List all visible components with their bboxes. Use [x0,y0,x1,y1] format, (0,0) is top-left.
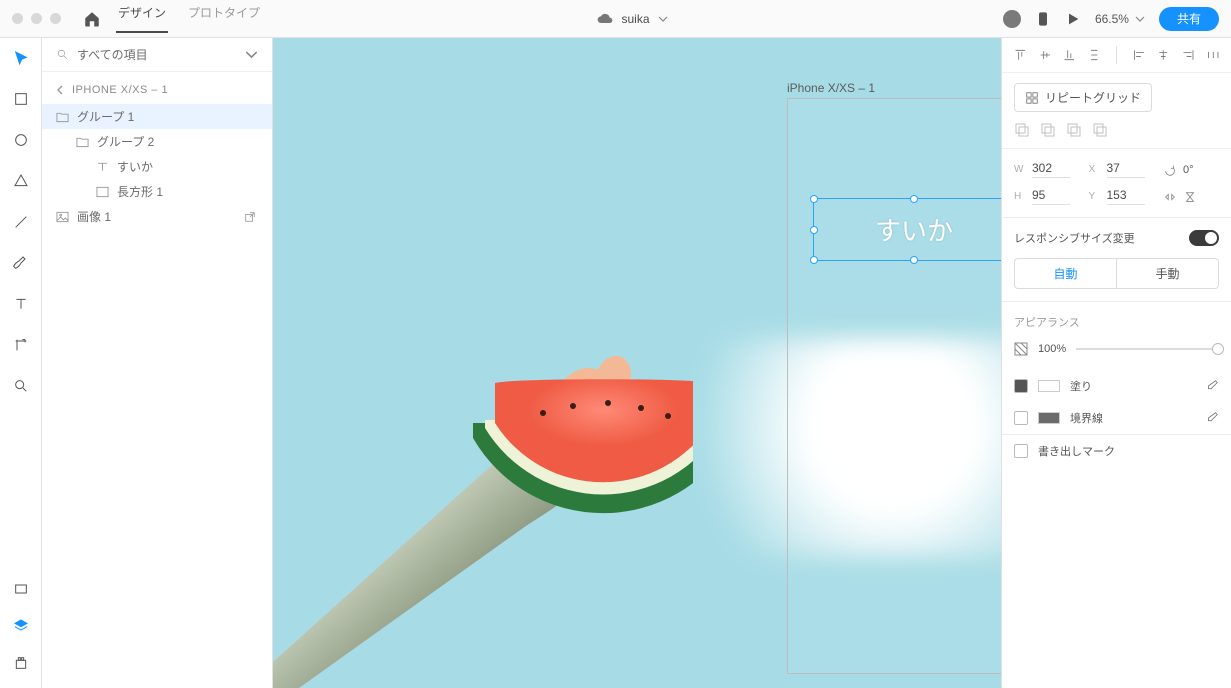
dropper-icon[interactable] [1205,379,1219,393]
artboard-tool[interactable] [13,337,29,356]
align-left-icon[interactable] [1133,47,1146,63]
breadcrumb[interactable]: IPHONE X/XS – 1 [42,72,272,104]
tab-prototype[interactable]: プロトタイプ [186,4,262,33]
zoom-tool[interactable] [13,378,29,397]
select-tool[interactable] [13,50,29,69]
rectangle-tool[interactable] [13,91,29,110]
layer-item[interactable]: グループ 1 [42,104,272,129]
layers-search-label: すべての項目 [77,46,245,63]
cloud-icon [597,13,613,25]
responsive-resize-label: レスポンシブサイズ変更 [1014,230,1135,246]
layers-search[interactable]: すべての項目 [42,38,272,72]
responsive-segment[interactable]: 自動 手動 [1014,258,1219,289]
play-icon[interactable] [1065,11,1081,27]
opacity-value: 100% [1038,343,1066,355]
artboard[interactable] [787,98,1001,674]
boolean-exclude-icon[interactable] [1092,122,1108,138]
home-icon[interactable] [83,10,101,28]
y-field[interactable] [1107,188,1145,205]
repeat-grid-button[interactable]: リピートグリッド [1014,83,1152,112]
stroke-label: 境界線 [1070,410,1103,426]
layer-item[interactable]: 長方形 1 [42,179,272,204]
polygon-tool[interactable] [13,173,29,192]
boolean-intersect-icon[interactable] [1066,122,1082,138]
properties-panel: リピートグリッド W X 0° H Y レスポンシブサイズ変更 自動 手動 [1001,38,1231,688]
align-bottom-icon[interactable] [1063,47,1076,63]
rotation-field[interactable]: 0° [1163,163,1219,177]
chevron-down-icon [1135,16,1145,22]
fill-label: 塗り [1070,378,1092,394]
opacity-slider[interactable] [1076,348,1219,350]
dropper-icon[interactable] [1205,411,1219,425]
appearance-title: アピアランス [1002,302,1231,342]
chevron-down-icon [245,48,258,61]
opacity-icon [1014,342,1028,356]
share-button[interactable]: 共有 [1159,7,1219,31]
y-label: Y [1089,191,1101,202]
stroke-checkbox[interactable] [1014,411,1028,425]
responsive-toggle[interactable] [1189,230,1219,246]
canvas[interactable]: iPhone X/XS – 1 すいか [273,38,1001,688]
layers-panel: すべての項目 IPHONE X/XS – 1 グループ 1グループ 2すいか長方… [42,38,273,688]
layer-item[interactable]: グループ 2 [42,129,272,154]
selected-text-content: すいか [875,211,953,248]
document-title[interactable]: suika [262,12,1003,26]
chevron-left-icon [56,85,64,95]
zoom-level[interactable]: 66.5% [1095,12,1145,26]
layer-item[interactable]: すいか [42,154,272,179]
align-hcenter-icon[interactable] [1157,47,1170,63]
layers-panel-icon[interactable] [13,618,29,637]
boolean-union-icon[interactable] [1014,122,1030,138]
pen-tool[interactable] [13,255,29,274]
flip-icons[interactable] [1163,190,1219,204]
line-tool[interactable] [13,214,29,233]
window-controls[interactable] [0,13,73,24]
selection-box[interactable]: すいか [813,198,1001,261]
export-mark-checkbox[interactable] [1014,444,1028,458]
fill-swatch[interactable] [1038,380,1060,392]
fill-checkbox[interactable] [1014,379,1028,393]
external-icon [244,211,256,223]
segment-auto[interactable]: 自動 [1015,259,1116,288]
align-top-icon[interactable] [1014,47,1027,63]
width-label: W [1014,164,1026,175]
distribute-v-icon[interactable] [1088,47,1101,63]
plugins-panel-icon[interactable] [13,655,29,674]
distribute-h-icon[interactable] [1207,47,1220,63]
grid-icon [1025,91,1039,105]
artboard-label[interactable]: iPhone X/XS – 1 [787,81,875,95]
export-mark-label: 書き出しマーク [1038,443,1115,459]
x-label: X [1089,164,1101,175]
height-label: H [1014,191,1026,202]
boolean-subtract-icon[interactable] [1040,122,1056,138]
search-icon [56,48,69,61]
height-field[interactable] [1032,188,1070,205]
segment-manual[interactable]: 手動 [1116,259,1218,288]
text-tool[interactable] [13,296,29,315]
align-right-icon[interactable] [1182,47,1195,63]
tool-column [0,38,42,688]
chevron-down-icon [658,16,668,22]
width-field[interactable] [1032,161,1070,178]
device-preview-icon[interactable] [1035,11,1051,27]
x-field[interactable] [1107,161,1145,178]
align-vcenter-icon[interactable] [1039,47,1052,63]
avatar[interactable] [1003,10,1021,28]
ellipse-tool[interactable] [13,132,29,151]
background-image [273,228,693,688]
assets-panel-icon[interactable] [13,581,29,600]
stroke-swatch[interactable] [1038,412,1060,424]
layer-item[interactable]: 画像 1 [42,204,272,229]
tab-design[interactable]: デザイン [116,4,168,33]
